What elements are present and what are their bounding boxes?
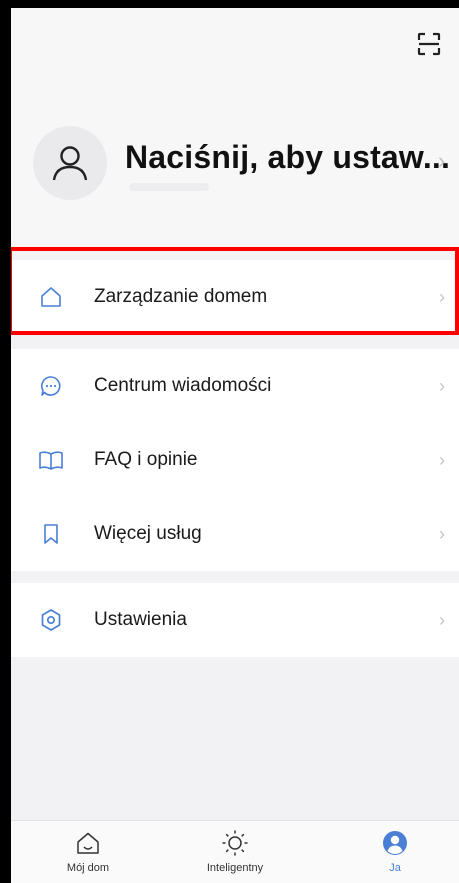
profile-row[interactable]: Naciśnij, aby ustaw... › xyxy=(33,126,453,206)
menu-item-label: Zarządzanie domem xyxy=(94,286,268,307)
chevron-right-icon: › xyxy=(439,523,445,544)
home-outline-icon xyxy=(74,829,102,857)
person-icon xyxy=(381,829,409,857)
chevron-right-icon: › xyxy=(439,449,445,470)
bottom-tab-bar: Mój dom Inteligentny Ja xyxy=(11,820,459,883)
chevron-right-icon: › xyxy=(439,375,445,396)
avatar[interactable] xyxy=(33,126,107,200)
menu-item-label: Więcej usług xyxy=(94,523,202,544)
profile-subtitle-placeholder xyxy=(129,183,209,191)
menu-item-faq[interactable]: FAQ i opinie › xyxy=(11,423,459,497)
profile-name[interactable]: Naciśnij, aby ustaw... xyxy=(125,139,450,176)
menu-item-home-management[interactable]: Zarządzanie domem › xyxy=(11,260,459,334)
menu-item-more-services[interactable]: Więcej usług › xyxy=(11,497,459,571)
tab-me[interactable]: Ja xyxy=(340,821,450,883)
menu-item-label: FAQ i opinie xyxy=(94,449,198,470)
settings-icon xyxy=(38,607,64,633)
menu-item-label: Centrum wiadomości xyxy=(94,375,272,396)
user-icon xyxy=(52,146,88,181)
scan-button[interactable] xyxy=(415,30,443,58)
home-icon xyxy=(38,284,64,310)
app-screen: Naciśnij, aby ustaw... › Zarządzanie dom… xyxy=(11,8,459,883)
sun-icon xyxy=(221,829,249,857)
message-icon xyxy=(38,373,64,399)
chevron-right-icon: › xyxy=(439,286,445,307)
menu-item-messages[interactable]: Centrum wiadomości › xyxy=(11,349,459,423)
menu-item-settings[interactable]: Ustawienia › xyxy=(11,583,459,657)
tab-label: Mój dom xyxy=(66,862,110,874)
tab-smart[interactable]: Inteligentny xyxy=(180,821,290,883)
book-icon xyxy=(38,447,64,473)
scan-icon xyxy=(417,32,441,56)
menu-group-info: Centrum wiadomości › FAQ i opinie › Więc… xyxy=(11,349,459,571)
profile-header: Naciśnij, aby ustaw... › xyxy=(11,8,459,248)
profile-chevron-icon: › xyxy=(438,148,446,173)
bookmark-icon xyxy=(38,521,64,547)
chevron-right-icon: › xyxy=(439,609,445,630)
menu-item-label: Ustawienia xyxy=(94,609,187,630)
tab-label: Ja xyxy=(389,862,401,874)
menu-group-home: Zarządzanie domem › xyxy=(11,260,459,334)
tab-label: Inteligentny xyxy=(206,862,264,874)
tab-my-home[interactable]: Mój dom xyxy=(33,821,143,883)
menu-group-settings: Ustawienia › xyxy=(11,583,459,657)
